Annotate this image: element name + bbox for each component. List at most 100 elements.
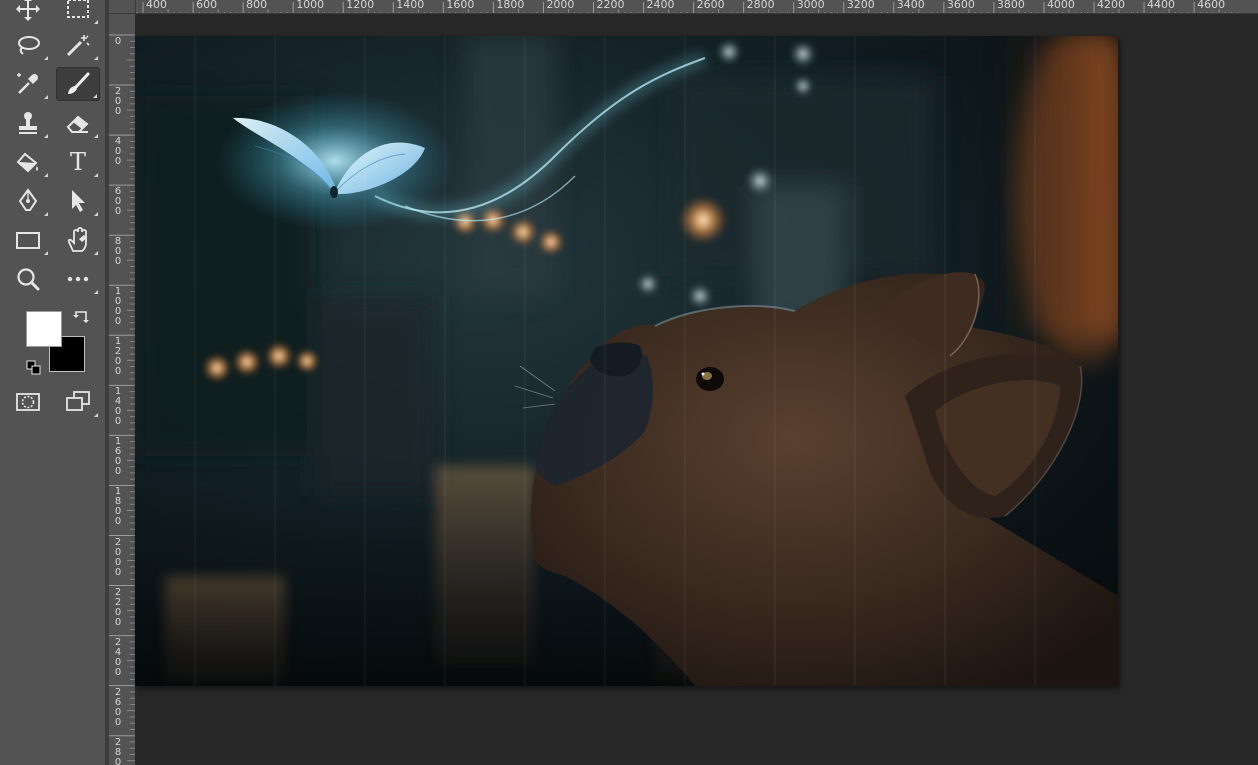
ruler-label-digit: 0 [114, 716, 122, 728]
tool-flyout-indicator [44, 95, 48, 99]
tool-flyout-indicator [94, 212, 98, 216]
ruler-label-digit: 2 [114, 536, 122, 548]
type-tool[interactable]: T [56, 145, 100, 179]
ruler-label: 2200 [596, 0, 625, 11]
tool-flyout-indicator [94, 20, 98, 24]
ruler-label: 2000 [546, 0, 575, 11]
ruler-label: 1200 [346, 0, 375, 11]
ruler-label: 600 [113, 187, 123, 217]
ruler-label-digit: 0 [114, 616, 122, 628]
ruler-label-digit: 0 [114, 156, 122, 168]
ruler-label-digit: 0 [114, 546, 122, 558]
brush-icon [68, 72, 90, 94]
zoom-icon [17, 268, 40, 291]
foreground-color-swatch[interactable] [26, 311, 62, 347]
clone-stamp-tool[interactable] [6, 106, 50, 140]
quick-mask-button[interactable] [6, 385, 50, 419]
tools-panel: T [0, 0, 105, 765]
tool-flyout-indicator [94, 413, 98, 417]
ruler-label: 400 [146, 0, 168, 11]
edit-toolbar[interactable] [56, 262, 100, 296]
eyedropper-icon [17, 73, 39, 94]
brush-tool[interactable] [56, 67, 100, 101]
ruler-label-digit: 0 [114, 206, 122, 218]
ruler-label: 4600 [1197, 0, 1226, 11]
paint-bucket-icon [16, 152, 38, 173]
ruler-label: 3800 [996, 0, 1025, 11]
eyedropper-tool[interactable] [6, 67, 50, 101]
ruler-label: 4000 [1046, 0, 1075, 11]
screen-mode-icon [66, 391, 90, 411]
ruler-label-digit: 0 [114, 366, 122, 378]
more-icon [67, 276, 89, 282]
document-canvas[interactable] [135, 36, 1118, 686]
pen-tool[interactable] [6, 184, 50, 218]
ruler-label: 3600 [946, 0, 975, 11]
ruler-label: 800 [246, 0, 268, 11]
default-colors-icon[interactable] [26, 360, 42, 376]
ruler-origin[interactable] [109, 0, 136, 14]
magic-wand-tool[interactable] [56, 28, 100, 62]
ruler-label-digit: 0 [114, 556, 122, 568]
ruler-label: 1000 [113, 287, 123, 327]
tool-flyout-indicator [94, 251, 98, 255]
stamp-icon [19, 112, 37, 134]
tool-flyout-indicator [44, 212, 48, 216]
tool-flyout-indicator [44, 251, 48, 255]
ruler-label: 1000 [296, 0, 325, 11]
ruler-label: 1200 [113, 337, 123, 377]
tool-flyout-indicator [94, 290, 98, 294]
ruler-label: 1600 [446, 0, 475, 11]
ruler-label-digit: 0 [114, 466, 122, 478]
ruler-label: 1400 [396, 0, 425, 11]
canvas-workspace[interactable] [135, 14, 1258, 765]
rectangular-marquee-tool[interactable] [56, 0, 100, 26]
lasso-tool[interactable] [6, 28, 50, 62]
hand-icon [67, 227, 87, 252]
tool-flyout-indicator [94, 56, 98, 60]
ruler-label-digit: 0 [114, 106, 122, 118]
magic-wand-icon [66, 35, 90, 57]
tool-flyout-indicator [44, 56, 48, 60]
ruler-label: 400 [113, 137, 123, 167]
tool-flyout-indicator [44, 134, 48, 138]
ruler-label-digit: 0 [114, 666, 122, 678]
ruler-label-digit: 0 [114, 566, 122, 578]
ruler-label: 2800 [746, 0, 775, 11]
screen-mode-button[interactable] [56, 385, 100, 419]
ruler-label: 1800 [496, 0, 525, 11]
ruler-label-digit: 0 [114, 756, 122, 765]
zoom-tool[interactable] [6, 262, 50, 296]
path-selection-tool[interactable] [56, 184, 100, 218]
eraser-icon [66, 115, 89, 133]
ruler-label: 1600 [113, 437, 123, 477]
ruler-label-digit: 0 [114, 516, 122, 528]
ruler-label: 4400 [1147, 0, 1176, 11]
horizontal-ruler-ticks [111, 2, 1239, 13]
ruler-label: 4200 [1097, 0, 1125, 11]
eraser-tool[interactable] [56, 106, 100, 140]
lasso-icon [18, 36, 40, 55]
ruler-label-digit: 0 [114, 416, 122, 428]
swap-colors-icon[interactable] [72, 308, 92, 328]
tool-flyout-indicator [94, 173, 98, 177]
marquee-icon [67, 0, 89, 18]
hand-tool[interactable] [56, 223, 100, 257]
ruler-label: 0 [113, 37, 123, 47]
type-icon: T [69, 148, 86, 176]
ruler-label: 2200 [113, 587, 123, 628]
rectangle-icon [16, 232, 40, 249]
ruler-label: 1800 [113, 487, 123, 527]
document-image [135, 36, 1118, 686]
ruler-label: 2400 [113, 637, 123, 678]
move-tool[interactable] [6, 0, 50, 26]
ruler-label: 2600 [696, 0, 725, 11]
ruler-label: 2600 [113, 687, 123, 728]
horizontal-ruler[interactable]: 0040060080010001200140016001800200022002… [109, 0, 1258, 14]
ruler-label: 600 [196, 0, 218, 11]
paint-bucket-tool[interactable] [6, 145, 50, 179]
ruler-label: 1400 [113, 387, 123, 427]
vertical-ruler[interactable]: 0200400600800100012001400160018002000220… [109, 13, 136, 765]
rectangle-tool[interactable] [6, 223, 50, 257]
ruler-label: 3400 [896, 0, 925, 11]
